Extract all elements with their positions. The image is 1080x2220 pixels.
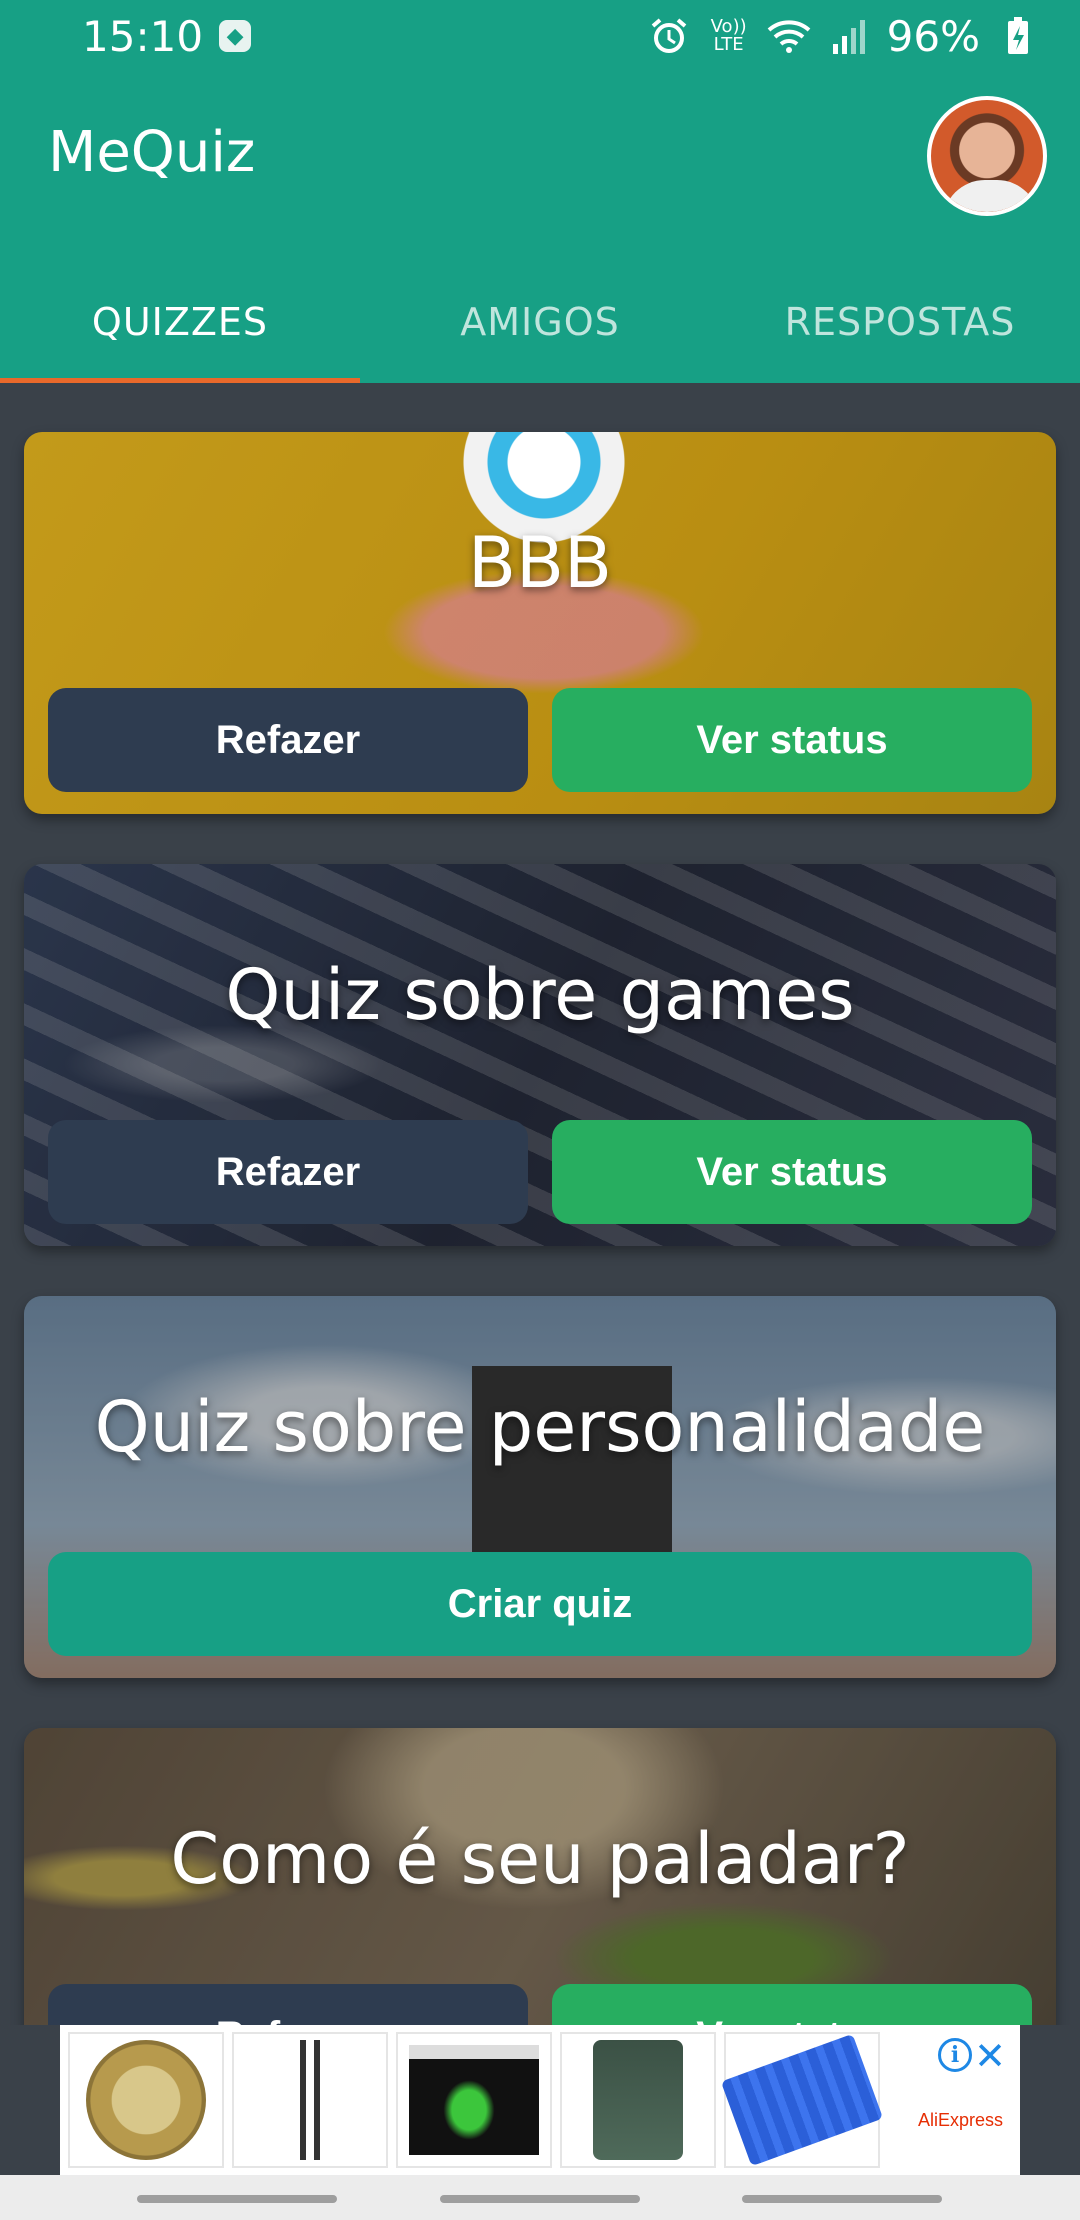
status-time: 15:10 bbox=[82, 11, 204, 61]
stilts-image bbox=[280, 2040, 340, 2160]
tab-amigos[interactable]: AMIGOS bbox=[360, 260, 720, 383]
mug-image bbox=[593, 2040, 683, 2160]
refazer-button[interactable]: Refazer bbox=[48, 688, 528, 792]
aquarium-image bbox=[409, 2045, 539, 2155]
ver-status-button[interactable]: Ver status bbox=[552, 1120, 1032, 1224]
battery-percent: 96% bbox=[886, 11, 980, 61]
ad-close-icon[interactable]: ✕ bbox=[974, 2034, 1006, 2078]
quiz-list[interactable]: BBB Refazer Ver status Quiz sobre games … bbox=[0, 383, 1080, 2025]
alarm-icon bbox=[647, 14, 691, 58]
ad-info-icon[interactable]: i bbox=[938, 2038, 972, 2072]
battery-charging-icon bbox=[996, 14, 1040, 58]
tab-bar: QUIZZES AMIGOS RESPOSTAS bbox=[0, 260, 1080, 383]
wifi-icon bbox=[767, 14, 811, 58]
user-avatar[interactable] bbox=[927, 96, 1047, 216]
tab-respostas[interactable]: RESPOSTAS bbox=[720, 260, 1080, 383]
ad-product-stilts[interactable] bbox=[232, 2032, 388, 2168]
ad-product-aquarium[interactable] bbox=[396, 2032, 552, 2168]
ad-brand-logo[interactable]: AliExpress bbox=[918, 2110, 1003, 2131]
booster-image bbox=[720, 2033, 884, 2167]
ad-product-coin[interactable] bbox=[68, 2032, 224, 2168]
quiz-card-paladar[interactable]: Como é seu paladar? Refazer Ver status bbox=[24, 1728, 1056, 2025]
game-notification-icon: ◆ bbox=[219, 20, 252, 52]
nav-home-handle[interactable] bbox=[440, 2195, 640, 2203]
ad-product-mug[interactable] bbox=[560, 2032, 716, 2168]
quiz-card-bbb[interactable]: BBB Refazer Ver status bbox=[24, 432, 1056, 814]
avatar-shirt bbox=[943, 180, 1039, 212]
ver-status-button[interactable]: Ver status bbox=[552, 1984, 1032, 2025]
volte-icon: Vo)) LTE bbox=[710, 16, 747, 55]
refazer-button[interactable]: Refazer bbox=[48, 1984, 528, 2025]
quiz-title: Quiz sobre games bbox=[225, 954, 855, 1036]
coin-image bbox=[86, 2040, 206, 2160]
app-bar: 15:10 ◆ Vo)) LTE 96% MeQuiz QUIZZES AMIG… bbox=[0, 0, 1080, 383]
status-bar: 15:10 ◆ Vo)) LTE 96% bbox=[0, 0, 1080, 72]
tab-quizzes[interactable]: QUIZZES bbox=[0, 260, 360, 383]
criar-quiz-button[interactable]: Criar quiz bbox=[48, 1552, 1032, 1656]
quiz-title: Quiz sobre personalidade bbox=[94, 1386, 986, 1468]
quiz-card-games[interactable]: Quiz sobre games Refazer Ver status bbox=[24, 864, 1056, 1246]
ad-product-booster[interactable] bbox=[720, 2032, 884, 2168]
ver-status-button[interactable]: Ver status bbox=[552, 688, 1032, 792]
status-right: Vo)) LTE 96% bbox=[647, 12, 1040, 61]
app-title: MeQuiz bbox=[48, 120, 256, 185]
signal-icon bbox=[827, 14, 871, 58]
refazer-button[interactable]: Refazer bbox=[48, 1120, 528, 1224]
quiz-card-personalidade[interactable]: Quiz sobre personalidade Criar quiz bbox=[24, 1296, 1056, 1678]
nav-recents-handle[interactable] bbox=[137, 2195, 337, 2203]
system-navigation-bar bbox=[0, 2175, 1080, 2220]
quiz-title: BBB bbox=[467, 522, 613, 604]
quiz-title: Como é seu paladar? bbox=[170, 1818, 910, 1900]
status-left: 15:10 ◆ bbox=[82, 11, 252, 61]
nav-back-handle[interactable] bbox=[742, 2195, 942, 2203]
ad-side-panel: i ✕ AliExpress bbox=[888, 2032, 1012, 2168]
ad-banner[interactable]: i ✕ AliExpress bbox=[60, 2025, 1020, 2175]
